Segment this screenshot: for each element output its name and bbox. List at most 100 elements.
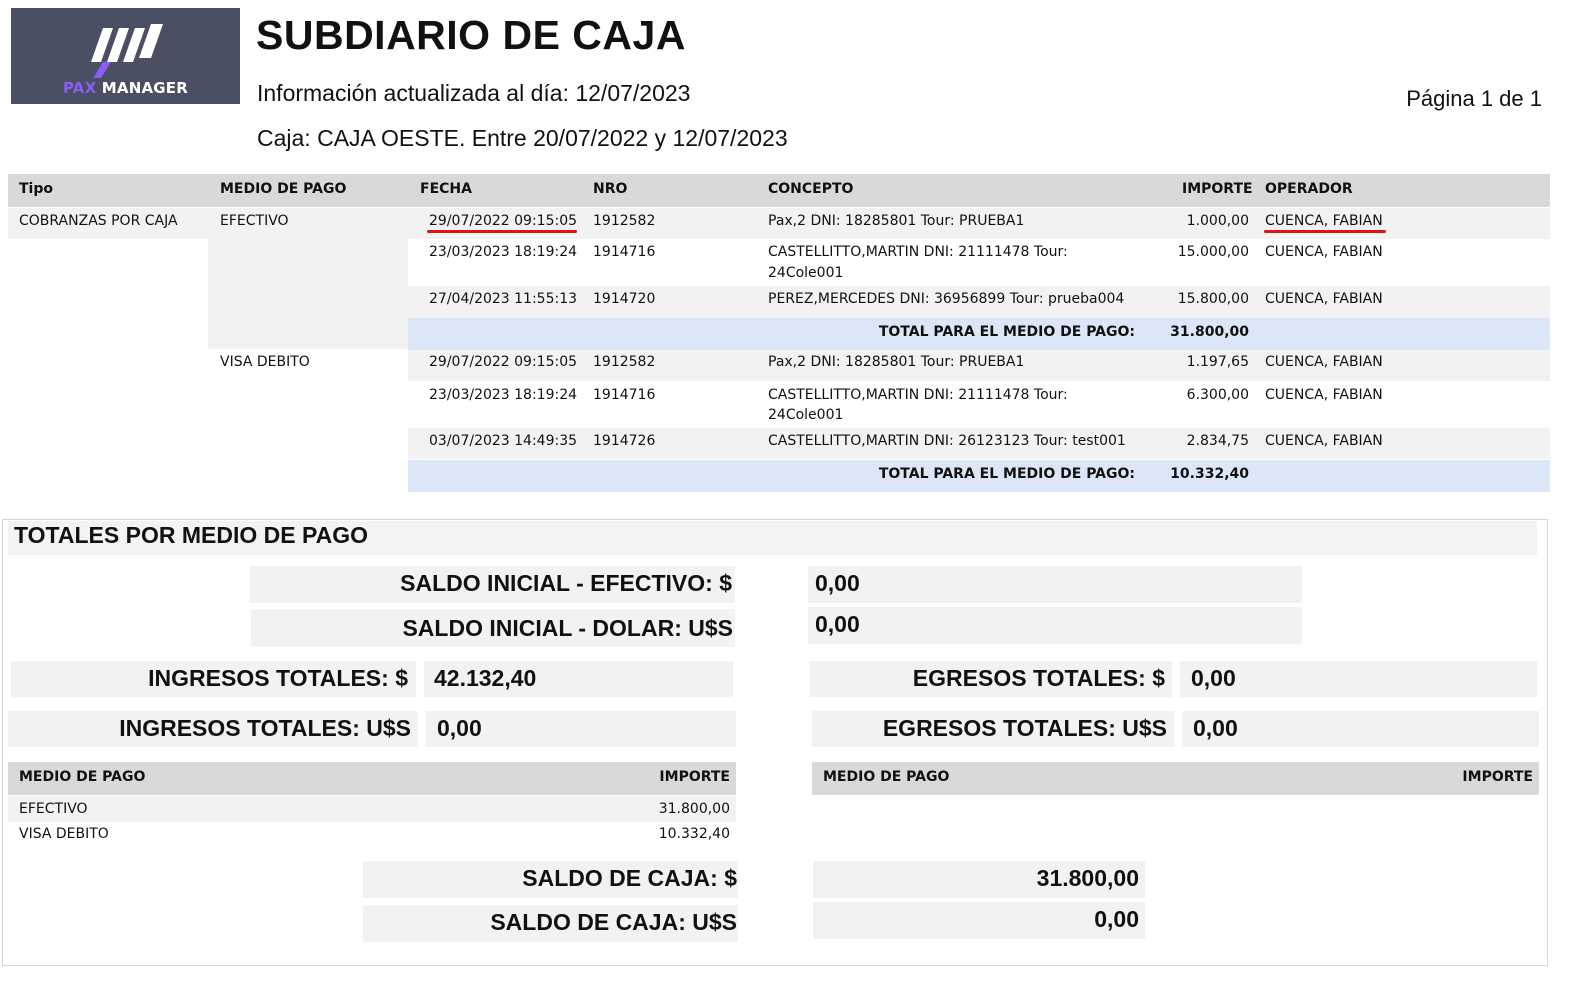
nro-cell: 1914716 — [593, 387, 656, 403]
col-tipo: Tipo — [19, 181, 53, 197]
saldo-caja-usd-label-box: SALDO DE CAJA: U$S — [363, 905, 738, 942]
right-medio-table-header: MEDIO DE PAGO IMPORTE — [812, 762, 1539, 795]
nro-cell: 1914726 — [593, 433, 656, 449]
col-medio: MEDIO DE PAGO — [220, 181, 347, 197]
fecha-cell: 29/07/2022 09:15:05 — [429, 213, 578, 229]
right-col-importe: IMPORTE — [1462, 769, 1533, 785]
importe-cell: 15.800,00 — [1177, 291, 1249, 307]
importe-cell: 6.300,00 — [1186, 387, 1249, 403]
logo-mark-icon — [91, 24, 163, 78]
caja-range: Caja: CAJA OESTE. Entre 20/07/2022 y 12/… — [257, 125, 788, 151]
saldo-inicial-dolar-value-box: 0,00 — [808, 607, 1302, 644]
saldo-inicial-dolar-value: 0,00 — [815, 611, 860, 637]
concepto-cell-line2: 24Cole001 — [768, 265, 844, 281]
subtotal-label: TOTAL PARA EL MEDIO DE PAGO: — [878, 466, 1135, 482]
nro-cell: 1912582 — [593, 213, 656, 229]
saldo-inicial-efectivo-value: 0,00 — [815, 570, 860, 596]
saldo-inicial-efectivo-label: SALDO INICIAL - EFECTIVO: $ — [400, 570, 732, 596]
saldo-caja-pesos-label-box: SALDO DE CAJA: $ — [363, 861, 738, 898]
ingresos-pesos-value: 42.132,40 — [434, 665, 537, 691]
nro-cell: 1912582 — [593, 354, 656, 370]
ingresos-pesos-value-box: 42.132,40 — [424, 661, 733, 697]
egresos-usd-value: 0,00 — [1193, 715, 1238, 741]
col-importe: IMPORTE — [1182, 181, 1253, 197]
saldo-caja-usd-value: 0,00 — [1094, 906, 1139, 932]
subtotal-row: TOTAL PARA EL MEDIO DE PAGO: 31.800,00 — [408, 318, 1550, 350]
concepto-cell: CASTELLITTO,MARTIN DNI: 21111478 Tour: — [768, 244, 1068, 260]
saldo-caja-usd-label: SALDO DE CAJA: U$S — [490, 909, 737, 935]
left-medio-row-value: 10.332,40 — [658, 826, 730, 842]
fecha-cell: 27/04/2023 11:55:13 — [429, 291, 578, 307]
ingresos-usd-value-box: 0,00 — [426, 711, 736, 747]
egresos-pesos-label: EGRESOS TOTALES: $ — [912, 665, 1165, 691]
ingresos-usd-label: INGRESOS TOTALES: U$S — [119, 715, 411, 741]
tipo-cell: COBRANZAS POR CAJA — [19, 213, 178, 229]
left-medio-row-label: VISA DEBITO — [19, 826, 109, 842]
fecha-cell: 23/03/2023 18:19:24 — [429, 244, 578, 260]
logo-text: PAX MANAGER — [62, 79, 189, 97]
ingresos-usd-label-box: INGRESOS TOTALES: U$S — [8, 711, 418, 747]
concepto-cell: PEREZ,MERCEDES DNI: 36956899 Tour: prueb… — [768, 291, 1125, 307]
annotation-underline-fecha — [427, 230, 577, 233]
fecha-cell: 29/07/2022 09:15:05 — [429, 354, 578, 370]
subtotal-label: TOTAL PARA EL MEDIO DE PAGO: — [878, 324, 1135, 340]
importe-cell: 1.197,65 — [1186, 354, 1249, 370]
annotation-underline-operador — [1264, 230, 1386, 233]
egresos-pesos-value-box: 0,00 — [1180, 661, 1537, 697]
medio-group-shade — [208, 239, 408, 349]
operador-cell: CUENCA, FABIAN — [1265, 291, 1383, 307]
egresos-usd-label-box: EGRESOS TOTALES: U$S — [812, 711, 1174, 747]
col-fecha: FECHA — [420, 181, 472, 197]
concepto-cell: Pax,2 DNI: 18285801 Tour: PRUEBA1 — [768, 354, 1025, 370]
ingresos-usd-value: 0,00 — [437, 715, 482, 741]
pax-manager-logo: PAX MANAGER — [11, 8, 240, 104]
fecha-cell: 23/03/2023 18:19:24 — [429, 387, 578, 403]
summary-title: TOTALES POR MEDIO DE PAGO — [14, 522, 368, 548]
table-header: Tipo MEDIO DE PAGO FECHA NRO CONCEPTO IM… — [8, 174, 1550, 207]
table-row — [8, 796, 736, 822]
operador-cell: CUENCA, FABIAN — [1265, 354, 1383, 370]
col-nro: NRO — [593, 181, 628, 197]
egresos-pesos-value: 0,00 — [1191, 665, 1236, 691]
concepto-cell-line2: 24Cole001 — [768, 407, 844, 423]
left-medio-row-value: 31.800,00 — [658, 801, 730, 817]
col-operador: OPERADOR — [1265, 181, 1353, 197]
left-col-importe: IMPORTE — [659, 769, 730, 785]
updated-date: Información actualizada al día: 12/07/20… — [257, 80, 691, 106]
subtotal-value: 31.800,00 — [1170, 324, 1249, 340]
saldo-caja-pesos-label: SALDO DE CAJA: $ — [522, 865, 737, 891]
importe-cell: 15.000,00 — [1177, 244, 1249, 260]
saldo-caja-usd-value-box: 0,00 — [813, 902, 1145, 939]
operador-cell: CUENCA, FABIAN — [1265, 213, 1383, 229]
page-title: SUBDIARIO DE CAJA — [256, 12, 686, 58]
fecha-cell: 03/07/2023 14:49:35 — [429, 433, 578, 449]
left-medio-table-header: MEDIO DE PAGO IMPORTE — [8, 762, 736, 795]
operador-cell: CUENCA, FABIAN — [1265, 433, 1383, 449]
nro-cell: 1914720 — [593, 291, 656, 307]
left-medio-row-label: EFECTIVO — [19, 801, 88, 817]
right-col-medio: MEDIO DE PAGO — [823, 769, 950, 785]
ingresos-pesos-label: INGRESOS TOTALES: $ — [148, 665, 408, 691]
concepto-cell: Pax,2 DNI: 18285801 Tour: PRUEBA1 — [768, 213, 1025, 229]
saldo-inicial-efectivo-value-box: 0,00 — [808, 566, 1302, 603]
saldo-inicial-dolar-label: SALDO INICIAL - DOLAR: U$S — [402, 615, 733, 641]
egresos-pesos-label-box: EGRESOS TOTALES: $ — [810, 661, 1172, 697]
col-concepto: CONCEPTO — [768, 181, 854, 197]
saldo-inicial-dolar-label-box: SALDO INICIAL - DOLAR: U$S — [251, 609, 735, 647]
operador-cell: CUENCA, FABIAN — [1265, 387, 1383, 403]
concepto-cell: CASTELLITTO,MARTIN DNI: 21111478 Tour: — [768, 387, 1068, 403]
operador-cell: CUENCA, FABIAN — [1265, 244, 1383, 260]
concepto-cell: CASTELLITTO,MARTIN DNI: 26123123 Tour: t… — [768, 433, 1126, 449]
importe-cell: 2.834,75 — [1186, 433, 1249, 449]
page-number: Página 1 de 1 — [1406, 86, 1542, 111]
saldo-inicial-efectivo-label-box: SALDO INICIAL - EFECTIVO: $ — [250, 566, 735, 603]
subtotal-value: 10.332,40 — [1170, 466, 1249, 482]
importe-cell: 1.000,00 — [1186, 213, 1249, 229]
left-col-medio: MEDIO DE PAGO — [19, 769, 146, 785]
nro-cell: 1914716 — [593, 244, 656, 260]
ingresos-pesos-label-box: INGRESOS TOTALES: $ — [11, 661, 416, 697]
subtotal-row: TOTAL PARA EL MEDIO DE PAGO: 10.332,40 — [408, 460, 1550, 492]
saldo-caja-pesos-value-box: 31.800,00 — [813, 861, 1145, 898]
egresos-usd-value-box: 0,00 — [1182, 711, 1539, 747]
medio-cell: VISA DEBITO — [220, 354, 310, 370]
